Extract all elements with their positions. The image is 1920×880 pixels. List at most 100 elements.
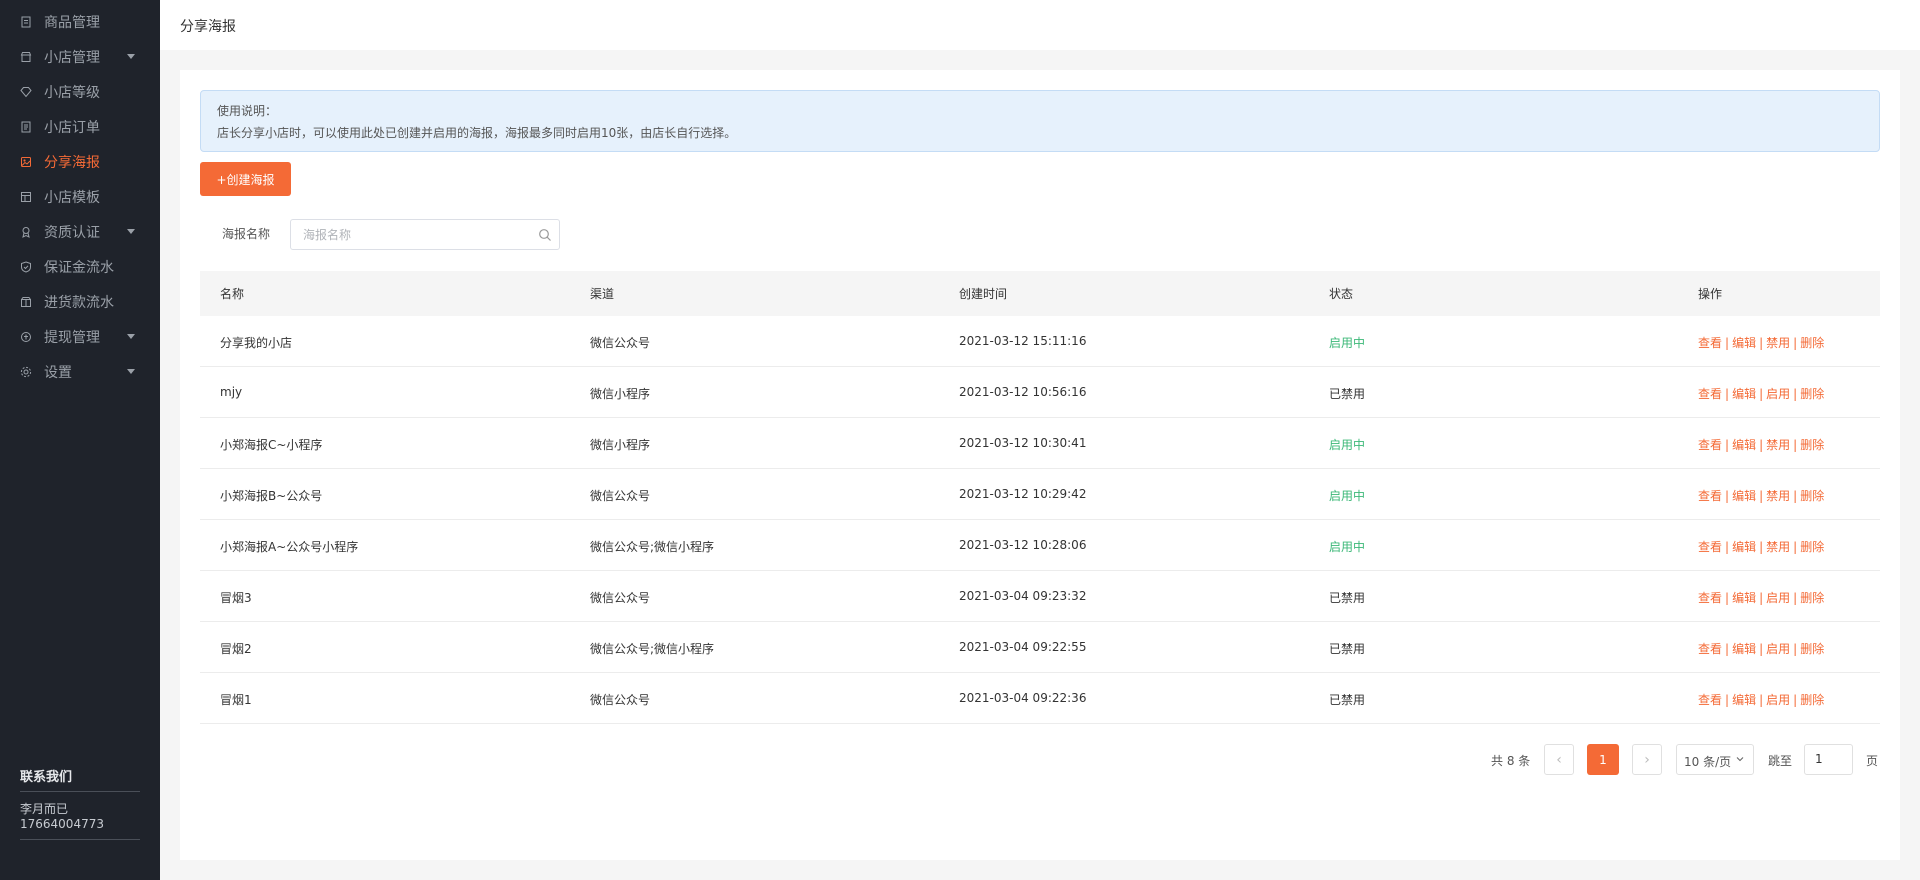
withdraw-icon bbox=[20, 331, 32, 343]
action-separator: | bbox=[1759, 438, 1764, 452]
delete-link[interactable]: 删除 bbox=[1800, 438, 1824, 452]
contact-title: 联系我们 bbox=[20, 770, 73, 785]
action-separator: | bbox=[1725, 438, 1730, 452]
sidebar-item-7[interactable]: 保证金流水 bbox=[0, 249, 160, 284]
order-icon bbox=[20, 121, 32, 133]
delete-link[interactable]: 删除 bbox=[1800, 387, 1824, 401]
filter-label: 海报名称 bbox=[222, 227, 271, 241]
delete-link[interactable]: 删除 bbox=[1800, 642, 1824, 656]
column-header: 名称 bbox=[220, 287, 245, 301]
toggle-status-link[interactable]: 禁用 bbox=[1766, 489, 1790, 503]
chevron-down-icon bbox=[1736, 757, 1744, 762]
create-poster-button[interactable]: +创建海报 bbox=[200, 162, 291, 196]
contact-divider-bottom bbox=[20, 839, 140, 840]
sidebar-item-label: 资质认证 bbox=[44, 224, 100, 241]
created-time-cell: 2021-03-12 10:28:06 bbox=[959, 538, 1087, 552]
created-time-cell: 2021-03-12 10:56:16 bbox=[959, 385, 1087, 399]
sidebar-item-10[interactable]: 设置 bbox=[0, 354, 160, 389]
column-header: 操作 bbox=[1698, 287, 1723, 301]
row-divider bbox=[200, 621, 1880, 622]
view-link[interactable]: 查看 bbox=[1698, 336, 1722, 350]
edit-link[interactable]: 编辑 bbox=[1732, 489, 1756, 503]
created-time-cell: 2021-03-12 10:30:41 bbox=[959, 436, 1087, 450]
action-separator: | bbox=[1759, 387, 1764, 401]
edit-link[interactable]: 编辑 bbox=[1732, 591, 1756, 605]
sidebar-item-5[interactable]: 小店模板 bbox=[0, 179, 160, 214]
sidebar-item-3[interactable]: 小店订单 bbox=[0, 109, 160, 144]
pagination-page-1[interactable]: 1 bbox=[1587, 744, 1619, 775]
edit-link[interactable]: 编辑 bbox=[1732, 540, 1756, 554]
sidebar-item-8[interactable]: 进货款流水 bbox=[0, 284, 160, 319]
edit-link[interactable]: 编辑 bbox=[1732, 642, 1756, 656]
row-divider bbox=[200, 366, 1880, 367]
caret-down-icon bbox=[127, 334, 135, 339]
certificate-icon bbox=[20, 226, 32, 238]
table-header bbox=[200, 271, 1880, 316]
edit-link[interactable]: 编辑 bbox=[1732, 387, 1756, 401]
view-link[interactable]: 查看 bbox=[1698, 693, 1722, 707]
contact-divider bbox=[20, 791, 140, 792]
sidebar: 商品管理小店管理小店等级小店订单分享海报 小店模板资质认证保证金流水 进货款流水 提现… bbox=[0, 0, 160, 880]
page-size-value: 10 条/页 bbox=[1684, 755, 1732, 769]
search-icon[interactable] bbox=[538, 228, 552, 242]
edit-link[interactable]: 编辑 bbox=[1732, 336, 1756, 350]
view-link[interactable]: 查看 bbox=[1698, 387, 1722, 401]
created-time-cell: 2021-03-04 09:22:36 bbox=[959, 691, 1087, 705]
sidebar-item-label: 设置 bbox=[44, 364, 72, 381]
view-link[interactable]: 查看 bbox=[1698, 438, 1722, 452]
pagination-prev-button[interactable]: ‹ bbox=[1544, 744, 1574, 775]
toggle-status-link[interactable]: 启用 bbox=[1766, 693, 1790, 707]
poster-name-cell: 冒烟2 bbox=[220, 642, 252, 656]
row-actions: 查看 | 编辑 | 禁用 | 删除 bbox=[1698, 538, 1824, 555]
view-link[interactable]: 查看 bbox=[1698, 591, 1722, 605]
row-actions: 查看 | 编辑 | 启用 | 删除 bbox=[1698, 640, 1824, 657]
sidebar-item-9[interactable]: 提现管理 bbox=[0, 319, 160, 354]
delete-link[interactable]: 删除 bbox=[1800, 489, 1824, 503]
delete-link[interactable]: 删除 bbox=[1800, 693, 1824, 707]
view-link[interactable]: 查看 bbox=[1698, 642, 1722, 656]
created-time-cell: 2021-03-12 15:11:16 bbox=[959, 334, 1087, 348]
action-separator: | bbox=[1793, 693, 1798, 707]
sidebar-item-6[interactable]: 资质认证 bbox=[0, 214, 160, 249]
action-separator: | bbox=[1725, 336, 1730, 350]
jump-input[interactable] bbox=[1815, 752, 1845, 766]
toggle-status-link[interactable]: 启用 bbox=[1766, 387, 1790, 401]
delete-link[interactable]: 删除 bbox=[1800, 336, 1824, 350]
channel-cell: 微信公众号;微信小程序 bbox=[590, 642, 715, 656]
sidebar-item-1[interactable]: 小店管理 bbox=[0, 39, 160, 74]
action-separator: | bbox=[1759, 336, 1764, 350]
sidebar-item-label: 小店管理 bbox=[44, 49, 100, 66]
toggle-status-link[interactable]: 禁用 bbox=[1766, 336, 1790, 350]
sidebar-item-label: 小店订单 bbox=[44, 119, 100, 136]
action-separator: | bbox=[1725, 591, 1730, 605]
top-bar bbox=[160, 0, 1920, 50]
row-actions: 查看 | 编辑 | 启用 | 删除 bbox=[1698, 385, 1824, 402]
poster-name-cell: 分享我的小店 bbox=[220, 336, 293, 350]
sidebar-item-4[interactable]: 分享海报 bbox=[0, 144, 160, 179]
pagination-next-button[interactable]: › bbox=[1632, 744, 1662, 775]
created-time-cell: 2021-03-04 09:23:32 bbox=[959, 589, 1087, 603]
search-input[interactable] bbox=[303, 226, 523, 244]
delete-link[interactable]: 删除 bbox=[1800, 591, 1824, 605]
edit-link[interactable]: 编辑 bbox=[1732, 693, 1756, 707]
jump-box[interactable] bbox=[1804, 744, 1853, 775]
gear-icon bbox=[20, 366, 32, 378]
page-label: 页 bbox=[1866, 754, 1879, 768]
view-link[interactable]: 查看 bbox=[1698, 540, 1722, 554]
edit-link[interactable]: 编辑 bbox=[1732, 438, 1756, 452]
toggle-status-link[interactable]: 启用 bbox=[1766, 642, 1790, 656]
sidebar-item-0[interactable]: 商品管理 bbox=[0, 4, 160, 39]
delete-link[interactable]: 删除 bbox=[1800, 540, 1824, 554]
toggle-status-link[interactable]: 禁用 bbox=[1766, 540, 1790, 554]
toggle-status-link[interactable]: 禁用 bbox=[1766, 438, 1790, 452]
toggle-status-link[interactable]: 启用 bbox=[1766, 591, 1790, 605]
poster-name-cell: 小郑海报B~公众号 bbox=[220, 489, 323, 503]
page-size-select[interactable]: 10 条/页 bbox=[1676, 744, 1754, 775]
page-title: 分享海报 bbox=[180, 19, 236, 35]
caret-down-icon bbox=[127, 229, 135, 234]
pagination-total: 共 8 条 bbox=[1491, 754, 1531, 768]
contact-phone: 17664004773 bbox=[20, 817, 104, 831]
view-link[interactable]: 查看 bbox=[1698, 489, 1722, 503]
search-box[interactable] bbox=[290, 219, 560, 250]
sidebar-item-2[interactable]: 小店等级 bbox=[0, 74, 160, 109]
